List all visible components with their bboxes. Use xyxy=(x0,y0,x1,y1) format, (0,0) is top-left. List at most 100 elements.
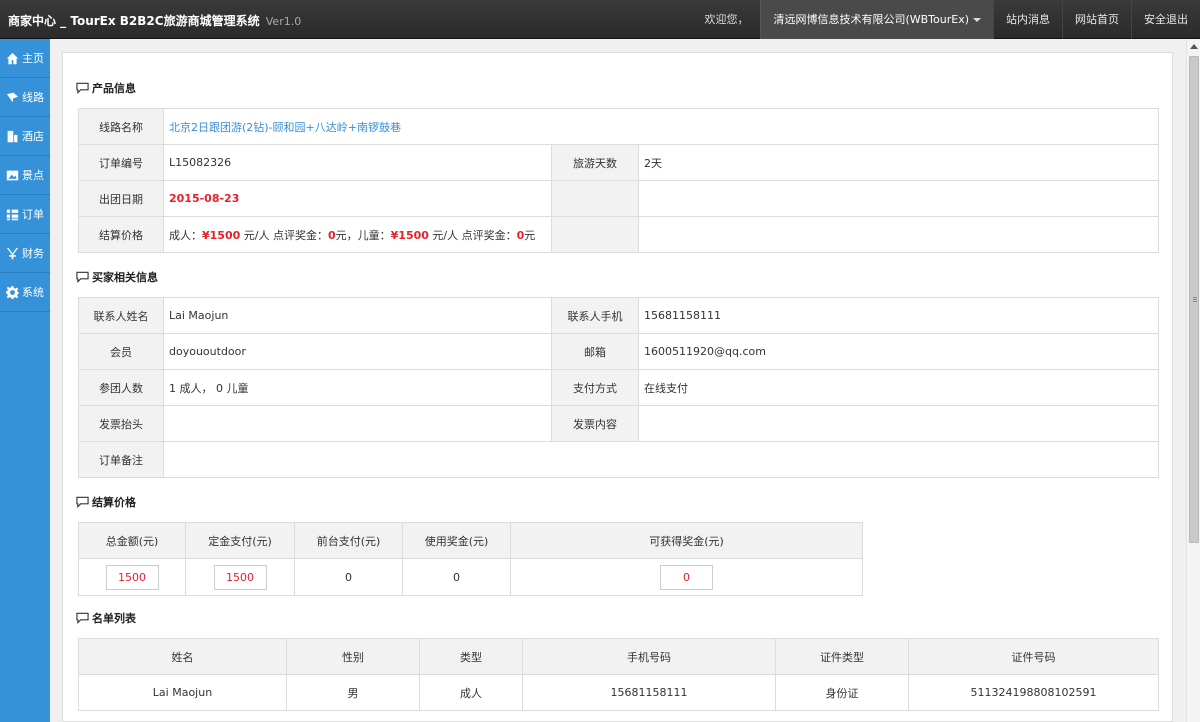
deposit-cell: 1500 xyxy=(185,558,295,596)
email-value: 1600511920@qq.com xyxy=(638,333,1159,370)
sidebar-item-home[interactable]: 主页 xyxy=(0,39,50,78)
sidebar-item-route[interactable]: 线路 xyxy=(0,78,50,117)
table-row: Lai Maojun 男 成人 15681158111 身份证 51132419… xyxy=(78,674,1159,711)
sidebar-item-finance[interactable]: 财务 xyxy=(0,234,50,273)
header-bonus-used: 使用奖金(元) xyxy=(402,522,511,559)
price-value: 成人：¥1500 元/人 点评奖金：0元，儿童：¥1500 元/人 点评奖金：0… xyxy=(163,216,552,253)
top-bar: 商家中心 _ TourEx B2B2C旅游商城管理系统 Ver1.0 欢迎您， … xyxy=(0,0,1200,39)
empty-label xyxy=(551,180,639,217)
bonus-earn-cell: 0 xyxy=(510,558,863,596)
row-name: Lai Maojun xyxy=(78,674,287,711)
messages-link[interactable]: 站内消息 xyxy=(993,0,1062,39)
empty-label xyxy=(551,216,639,253)
remark-label: 订单备注 xyxy=(78,441,164,478)
pay-method-label: 支付方式 xyxy=(551,369,639,406)
sidebar-item-order[interactable]: 订单 xyxy=(0,195,50,234)
member-value: doyououtdoor xyxy=(163,333,552,370)
front-pay-value: 0 xyxy=(294,558,403,596)
grip-line xyxy=(1193,297,1197,298)
people-label: 参团人数 xyxy=(78,369,164,406)
depart-date-label: 出团日期 xyxy=(78,180,164,217)
building-icon xyxy=(5,129,19,143)
order-no-value: L15082326 xyxy=(163,144,552,181)
version-label: Ver1.0 xyxy=(265,15,302,28)
homepage-link[interactable]: 网站首页 xyxy=(1062,0,1131,39)
grip-line xyxy=(1193,299,1197,300)
header-bonus-earn: 可获得奖金(元) xyxy=(510,522,863,559)
comment-icon xyxy=(76,496,89,508)
section-title-product: 产品信息 xyxy=(76,80,136,96)
comment-icon xyxy=(76,82,89,94)
header-phone: 手机号码 xyxy=(522,638,776,675)
section-title-roster: 名单列表 xyxy=(76,610,136,626)
section-title-settlement: 结算价格 xyxy=(76,494,136,510)
sidebar-item-hotel[interactable]: 酒店 xyxy=(0,117,50,156)
contact-name-value: Lai Maojun xyxy=(163,297,552,334)
deposit-amount-field[interactable]: 1500 xyxy=(213,564,267,590)
settlement-table: 总金额(元) 定金支付(元) 前台支付(元) 使用奖金(元) 可获得奖金(元) … xyxy=(78,522,863,596)
top-nav: 欢迎您， 清远网博信息技术有限公司(WBTourEx) 站内消息 网站首页 安全… xyxy=(692,0,1200,39)
contact-phone-label: 联系人手机 xyxy=(551,297,639,334)
scroll-up-arrow-icon[interactable] xyxy=(1190,44,1198,49)
row-type: 成人 xyxy=(419,674,523,711)
caret-down-icon xyxy=(973,18,981,22)
sidebar: 主页 线路 酒店 景点 订单 财务 系统 xyxy=(0,39,50,722)
header-id-type: 证件类型 xyxy=(775,638,909,675)
route-icon xyxy=(5,90,19,104)
people-value: 1 成人， 0 儿童 xyxy=(163,369,552,406)
total-cell: 1500 xyxy=(78,558,186,596)
picture-icon xyxy=(5,168,19,182)
home-icon xyxy=(5,51,19,65)
empty-value xyxy=(638,216,1159,253)
depart-date-value: 2015-08-23 xyxy=(163,180,552,217)
header-front-pay: 前台支付(元) xyxy=(294,522,403,559)
invoice-content-value xyxy=(638,405,1159,442)
header-deposit: 定金支付(元) xyxy=(185,522,295,559)
bonus-earn-field[interactable]: 0 xyxy=(660,564,713,590)
yen-icon xyxy=(5,246,19,260)
buyer-info-table: 联系人姓名 Lai Maojun 联系人手机 15681158111 会员 do… xyxy=(78,297,1159,478)
invoice-title-label: 发票抬头 xyxy=(78,405,164,442)
header-name: 姓名 xyxy=(78,638,287,675)
row-id-type: 身份证 xyxy=(775,674,909,711)
vertical-scrollbar[interactable] xyxy=(1186,39,1200,722)
row-gender: 男 xyxy=(286,674,420,711)
pay-method-value: 在线支付 xyxy=(638,369,1159,406)
route-label: 线路名称 xyxy=(78,108,164,145)
header-gender: 性别 xyxy=(286,638,420,675)
header-id-number: 证件号码 xyxy=(908,638,1159,675)
invoice-title-value xyxy=(163,405,552,442)
total-amount-field[interactable]: 1500 xyxy=(105,564,159,590)
header-total: 总金额(元) xyxy=(78,522,186,559)
contact-name-label: 联系人姓名 xyxy=(78,297,164,334)
roster-table: 姓名 性别 类型 手机号码 证件类型 证件号码 Lai Maojun 男 成人 … xyxy=(78,638,1159,711)
comment-icon xyxy=(76,271,89,283)
sidebar-item-scenic[interactable]: 景点 xyxy=(0,156,50,195)
header-type: 类型 xyxy=(419,638,523,675)
price-label: 结算价格 xyxy=(78,216,164,253)
row-phone: 15681158111 xyxy=(522,674,776,711)
days-value: 2天 xyxy=(638,144,1159,181)
scroll-thumb[interactable] xyxy=(1189,56,1199,543)
company-dropdown[interactable]: 清远网博信息技术有限公司(WBTourEx) xyxy=(760,0,993,39)
comment-icon xyxy=(76,612,89,624)
days-label: 旅游天数 xyxy=(551,144,639,181)
invoice-content-label: 发票内容 xyxy=(551,405,639,442)
logout-link[interactable]: 安全退出 xyxy=(1131,0,1200,39)
member-label: 会员 xyxy=(78,333,164,370)
grip-line xyxy=(1193,301,1197,302)
welcome-text: 欢迎您， xyxy=(704,13,749,26)
row-id-number: 511324198808102591 xyxy=(908,674,1159,711)
gear-icon xyxy=(5,285,19,299)
bonus-used-value: 0 xyxy=(402,558,511,596)
empty-value xyxy=(638,180,1159,217)
app-title: 商家中心 _ TourEx B2B2C旅游商城管理系统 Ver1.0 xyxy=(8,14,302,28)
route-name-link[interactable]: 北京2日跟团游(2钻)-颐和园+八达岭+南锣鼓巷 xyxy=(163,108,1159,145)
contact-phone-value: 15681158111 xyxy=(638,297,1159,334)
sidebar-item-system[interactable]: 系统 xyxy=(0,273,50,312)
remark-value xyxy=(163,441,1159,478)
email-label: 邮箱 xyxy=(551,333,639,370)
list-icon xyxy=(5,207,19,221)
order-no-label: 订单编号 xyxy=(78,144,164,181)
product-info-table: 线路名称 北京2日跟团游(2钻)-颐和园+八达岭+南锣鼓巷 订单编号 L1508… xyxy=(78,108,1159,253)
